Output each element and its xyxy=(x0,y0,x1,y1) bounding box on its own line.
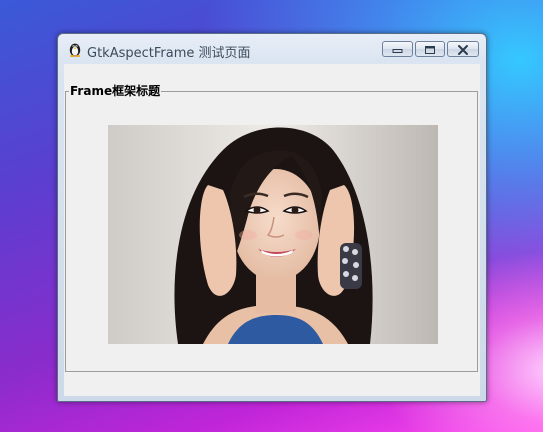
maximize-button[interactable] xyxy=(415,41,445,57)
desktop-background: GtkAspectFrame 测试页面 Frame框架标题 xyxy=(0,0,543,432)
window-title: GtkAspectFrame 测试页面 xyxy=(87,46,251,61)
maximize-icon xyxy=(425,46,435,54)
frame-title: Frame框架标题 xyxy=(69,84,162,98)
app-window: GtkAspectFrame 测试页面 Frame框架标题 xyxy=(57,33,487,402)
title-bar[interactable]: GtkAspectFrame 测试页面 xyxy=(58,34,486,64)
minimize-icon xyxy=(392,49,403,53)
portrait-photo xyxy=(108,125,438,344)
close-icon xyxy=(458,45,468,55)
close-button[interactable] xyxy=(447,41,479,57)
minimize-button[interactable] xyxy=(382,41,413,57)
gtk-tux-icon xyxy=(67,41,83,57)
window-client-area: Frame框架标题 xyxy=(64,64,480,396)
